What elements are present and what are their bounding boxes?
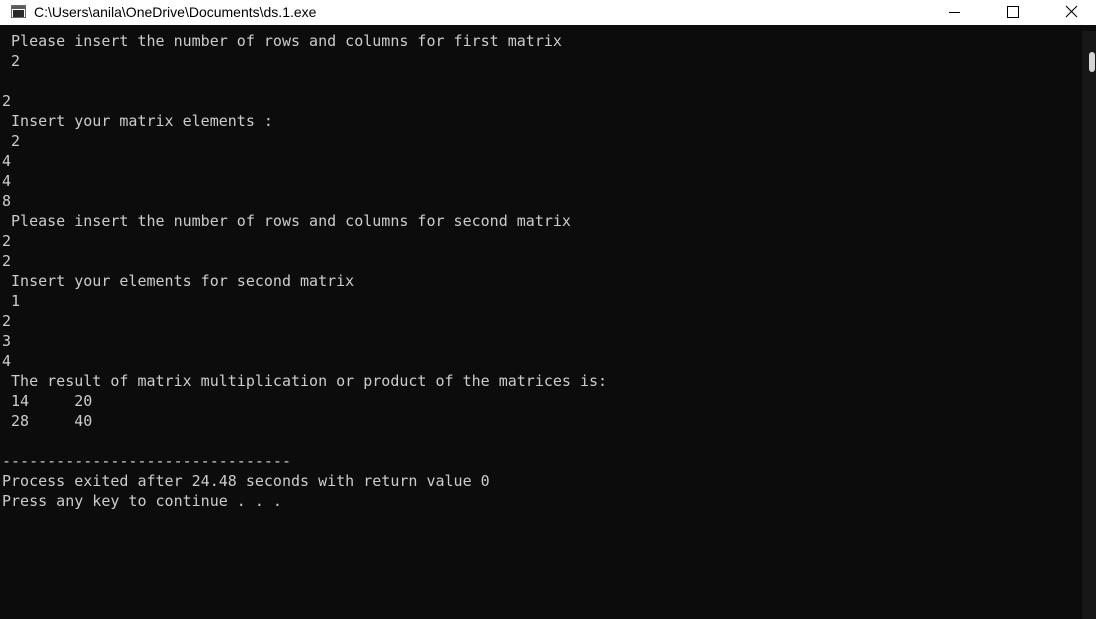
- close-icon: [1065, 5, 1078, 18]
- console-output[interactable]: Please insert the number of rows and col…: [0, 31, 1082, 619]
- console-line: Please insert the number of rows and col…: [2, 32, 562, 50]
- console-line: 8: [2, 192, 12, 210]
- icon-title-strip: [12, 6, 25, 9]
- console-line: 2: [2, 232, 12, 250]
- icon-screen: [13, 10, 24, 17]
- console-line: 2: [2, 132, 21, 150]
- console-line: 4: [2, 172, 12, 190]
- console-separator: --------------------------------: [2, 452, 291, 470]
- maximize-button[interactable]: [984, 0, 1042, 25]
- window-title: C:\Users\anila\OneDrive\Documents\ds.1.e…: [34, 4, 317, 20]
- console-line: 14 20: [2, 392, 93, 410]
- vertical-scrollbar[interactable]: [1082, 31, 1096, 619]
- console-app-icon: [11, 5, 26, 18]
- console-line: 2: [2, 312, 12, 330]
- console-line: 2: [2, 92, 12, 110]
- console-line: 3: [2, 332, 12, 350]
- process-exit-message: Process exited after 24.48 seconds with …: [2, 472, 490, 490]
- console-line: 2: [2, 252, 12, 270]
- console-line: Insert your matrix elements :: [2, 112, 273, 130]
- console-window: C:\Users\anila\OneDrive\Documents\ds.1.e…: [0, 0, 1096, 619]
- scrollbar-thumb[interactable]: [1089, 52, 1095, 72]
- close-button[interactable]: [1043, 0, 1096, 25]
- console-line: 4: [2, 152, 12, 170]
- minimize-icon: [949, 12, 960, 13]
- console-line: The result of matrix multiplication or p…: [2, 372, 608, 390]
- minimize-button[interactable]: [926, 0, 984, 25]
- console-line: Please insert the number of rows and col…: [2, 212, 571, 230]
- maximize-icon: [1007, 6, 1019, 18]
- continue-prompt: Press any key to continue . . .: [2, 492, 282, 510]
- console-line: Insert your elements for second matrix: [2, 272, 355, 290]
- console-line: 2: [2, 52, 21, 70]
- console-line: 4: [2, 352, 12, 370]
- title-bar[interactable]: C:\Users\anila\OneDrive\Documents\ds.1.e…: [0, 0, 1096, 25]
- console-line: 1: [2, 292, 21, 310]
- console-line: 28 40: [2, 412, 93, 430]
